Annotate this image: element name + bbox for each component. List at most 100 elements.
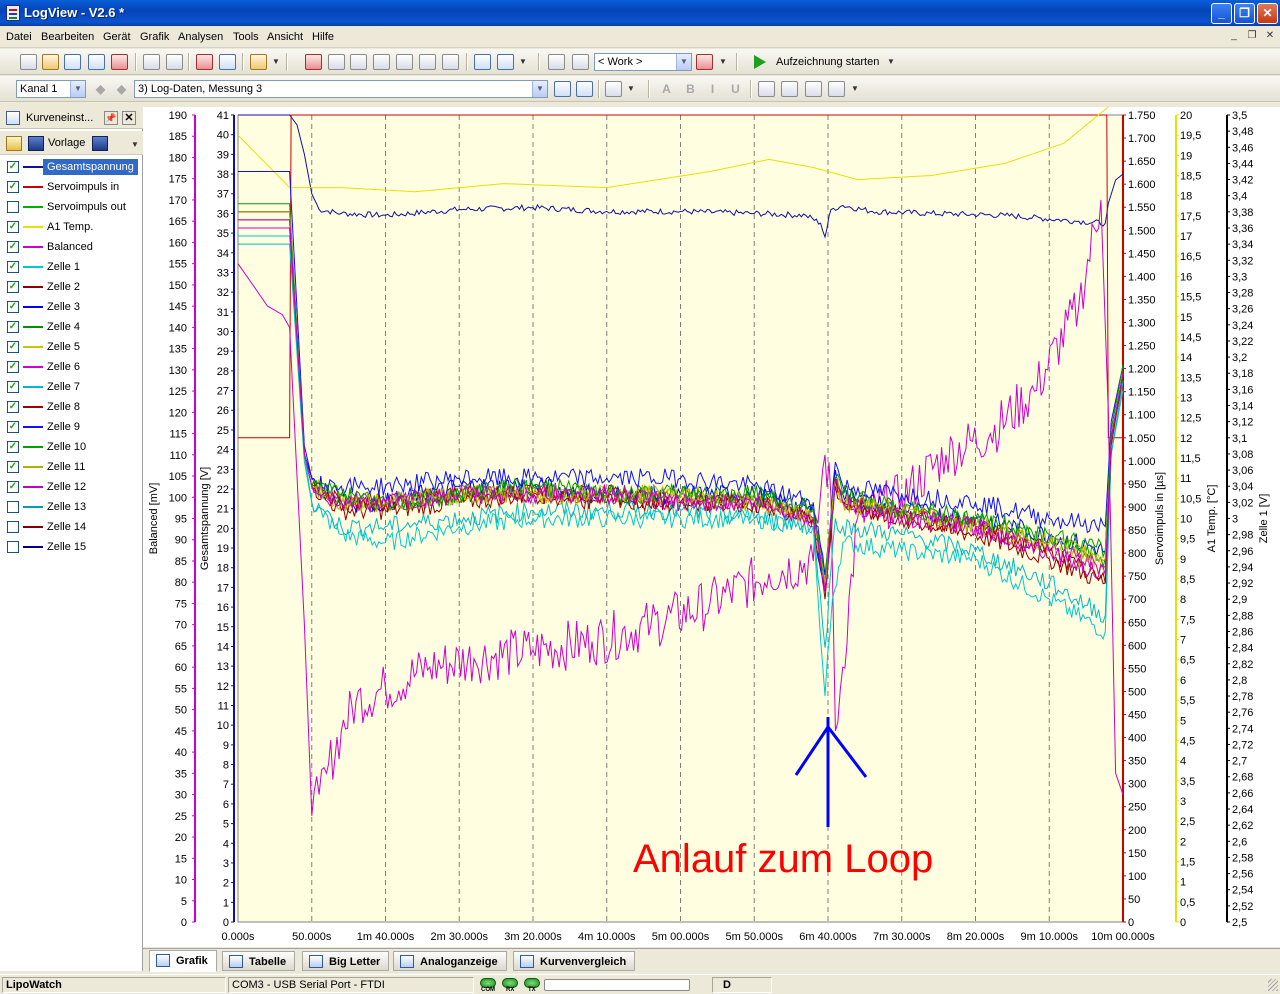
curve-item[interactable]: ✓ Zelle 3 xyxy=(0,297,143,317)
curve-checkbox[interactable]: ✓ xyxy=(7,421,19,433)
curve-checkbox[interactable]: ✓ xyxy=(7,441,19,453)
save-preset-icon[interactable] xyxy=(92,136,108,151)
curve-tool-icon[interactable] xyxy=(305,54,322,70)
bar-chart-icon[interactable] xyxy=(442,54,459,70)
curve-checkbox[interactable]: ✓ xyxy=(7,181,19,193)
menu-tools[interactable]: Tools xyxy=(233,31,259,43)
chevron-down-icon[interactable]: ▼ xyxy=(676,54,691,70)
close-button[interactable]: ✕ xyxy=(1257,3,1278,24)
underline-icon[interactable]: U xyxy=(727,81,744,97)
align-right-icon[interactable] xyxy=(805,81,822,97)
align-left-icon[interactable] xyxy=(758,81,775,97)
next-icon[interactable]: ◆ xyxy=(113,81,130,97)
menu-geraet[interactable]: Gerät xyxy=(103,31,131,43)
config-icon[interactable] xyxy=(166,54,183,70)
menu-grafik[interactable]: Grafik xyxy=(140,31,169,43)
graph-view[interactable]: 0.000s 50.000s 1m 40.000s 2m 30.000s 3m 20.0… xyxy=(143,107,1280,947)
new-file-icon[interactable] xyxy=(20,54,37,70)
curve-checkbox[interactable] xyxy=(7,541,19,553)
mdi-restore-icon[interactable]: ❐ xyxy=(1244,29,1260,43)
previous-icon[interactable]: ◆ xyxy=(92,81,109,97)
menu-datei[interactable]: Datei xyxy=(6,31,32,43)
window-icon[interactable] xyxy=(350,54,367,70)
export-icon[interactable] xyxy=(196,54,213,70)
preset-dropdown-icon[interactable]: ▼ xyxy=(130,136,140,154)
dataset-prev-icon[interactable] xyxy=(554,81,571,97)
chevron-down-icon[interactable]: ▼ xyxy=(532,81,547,97)
curve-checkbox[interactable]: ✓ xyxy=(7,321,19,333)
curve-checkbox[interactable]: ✓ xyxy=(7,261,19,273)
curve-item[interactable]: ✓ Zelle 2 xyxy=(0,277,143,297)
curve-item[interactable]: ✓ A1 Temp. xyxy=(0,217,143,237)
curve-checkbox[interactable]: ✓ xyxy=(7,361,19,373)
mdi-minimize-icon[interactable]: _ xyxy=(1226,29,1242,43)
tab-grafik[interactable]: Grafik xyxy=(149,950,217,972)
log-chart[interactable]: 0.000s 50.000s 1m 40.000s 2m 30.000s 3m 20.0… xyxy=(143,107,1280,947)
curve-item[interactable]: ✓ Zelle 11 xyxy=(0,457,143,477)
zoom-in-icon[interactable] xyxy=(474,54,491,70)
curve-checkbox[interactable] xyxy=(7,201,19,213)
curve-item[interactable]: ✓ Zelle 7 xyxy=(0,377,143,397)
curve-checkbox[interactable]: ✓ xyxy=(7,281,19,293)
curve-checkbox[interactable]: ✓ xyxy=(7,241,19,253)
menu-bearbeiten[interactable]: Bearbeiten xyxy=(41,31,94,43)
tab-big-letter[interactable]: Big Letter xyxy=(302,951,390,971)
zoom-out-icon[interactable] xyxy=(497,54,514,70)
font-color-icon[interactable]: A xyxy=(658,81,675,97)
delete-icon[interactable] xyxy=(605,81,622,97)
curve-checkbox[interactable]: ✓ xyxy=(7,401,19,413)
save-icon[interactable] xyxy=(28,136,44,151)
curve-item[interactable]: ✓ Zelle 12 xyxy=(0,477,143,497)
curve-checkbox[interactable] xyxy=(7,501,19,513)
bold-icon[interactable]: B xyxy=(682,81,699,97)
save-icon[interactable] xyxy=(64,54,81,70)
align-center-icon[interactable] xyxy=(781,81,798,97)
curve-checkbox[interactable]: ✓ xyxy=(7,301,19,313)
menu-hilfe[interactable]: Hilfe xyxy=(312,31,334,43)
curve-item[interactable]: ✓ Zelle 8 xyxy=(0,397,143,417)
curve-checkbox[interactable]: ✓ xyxy=(7,221,19,233)
save-as-icon[interactable] xyxy=(88,54,105,70)
tab-analoganzeige[interactable]: Analoganzeige xyxy=(393,951,507,971)
curve-item[interactable]: Zelle 14 xyxy=(0,517,143,537)
import-icon[interactable] xyxy=(219,54,236,70)
curve-item[interactable]: Zelle 15 xyxy=(0,537,143,557)
channel-select[interactable]: Kanal 1 ▼ xyxy=(16,80,86,98)
device-dropdown-icon[interactable]: ▼ xyxy=(271,53,281,71)
maximize-button[interactable]: ❐ xyxy=(1234,3,1255,24)
device-icon[interactable] xyxy=(250,54,267,70)
align-dropdown-icon[interactable]: ▼ xyxy=(850,80,860,98)
minimize-button[interactable]: _ xyxy=(1211,3,1232,24)
curve-item[interactable]: ✓ Zelle 4 xyxy=(0,317,143,337)
marker-icon[interactable] xyxy=(328,54,345,70)
mdi-close-icon[interactable]: ✕ xyxy=(1262,29,1278,43)
tab-tabelle[interactable]: Tabelle xyxy=(222,951,296,971)
delete-dropdown-icon[interactable]: ▼ xyxy=(626,80,636,98)
work-dropdown-icon[interactable]: ▼ xyxy=(718,53,728,71)
table-icon[interactable] xyxy=(373,54,390,70)
work-combo[interactable]: < Work > ▼ xyxy=(594,53,692,71)
curve-item[interactable]: ✓ Zelle 6 xyxy=(0,357,143,377)
menu-analysen[interactable]: Analysen xyxy=(178,31,223,43)
justify-icon[interactable] xyxy=(828,81,845,97)
curve-checkbox[interactable]: ✓ xyxy=(7,461,19,473)
tab-kurvenvergleich[interactable]: Kurvenvergleich xyxy=(513,951,636,971)
curve-checkbox[interactable]: ✓ xyxy=(7,381,19,393)
settings-icon[interactable] xyxy=(143,54,160,70)
pin-icon[interactable]: 📌 xyxy=(104,111,118,125)
curve-item[interactable]: Zelle 13 xyxy=(0,497,143,517)
curve-checkbox[interactable]: ✓ xyxy=(7,341,19,353)
curve-item[interactable]: ✓ Gesamtspannung xyxy=(0,157,143,177)
dataset-select[interactable]: 3) Log-Daten, Messung 3 ▼ xyxy=(134,80,548,98)
curve-item[interactable]: ✓ Zelle 10 xyxy=(0,437,143,457)
graph-icon[interactable] xyxy=(419,54,436,70)
curve-item[interactable]: ✓ Zelle 1 xyxy=(0,257,143,277)
recording-dropdown-icon[interactable]: ▼ xyxy=(886,53,896,71)
curve-item[interactable]: ✓ Zelle 5 xyxy=(0,337,143,357)
start-recording-button[interactable]: Aufzeichnung starten xyxy=(750,53,885,71)
curve-item[interactable]: Servoimpuls out xyxy=(0,197,143,217)
chevron-down-icon[interactable]: ▼ xyxy=(70,81,85,97)
title-bar[interactable]: LogView - V2.6 * _ ❐ ✕ xyxy=(0,0,1280,26)
print-icon[interactable] xyxy=(111,54,128,70)
clock-icon[interactable] xyxy=(396,54,413,70)
